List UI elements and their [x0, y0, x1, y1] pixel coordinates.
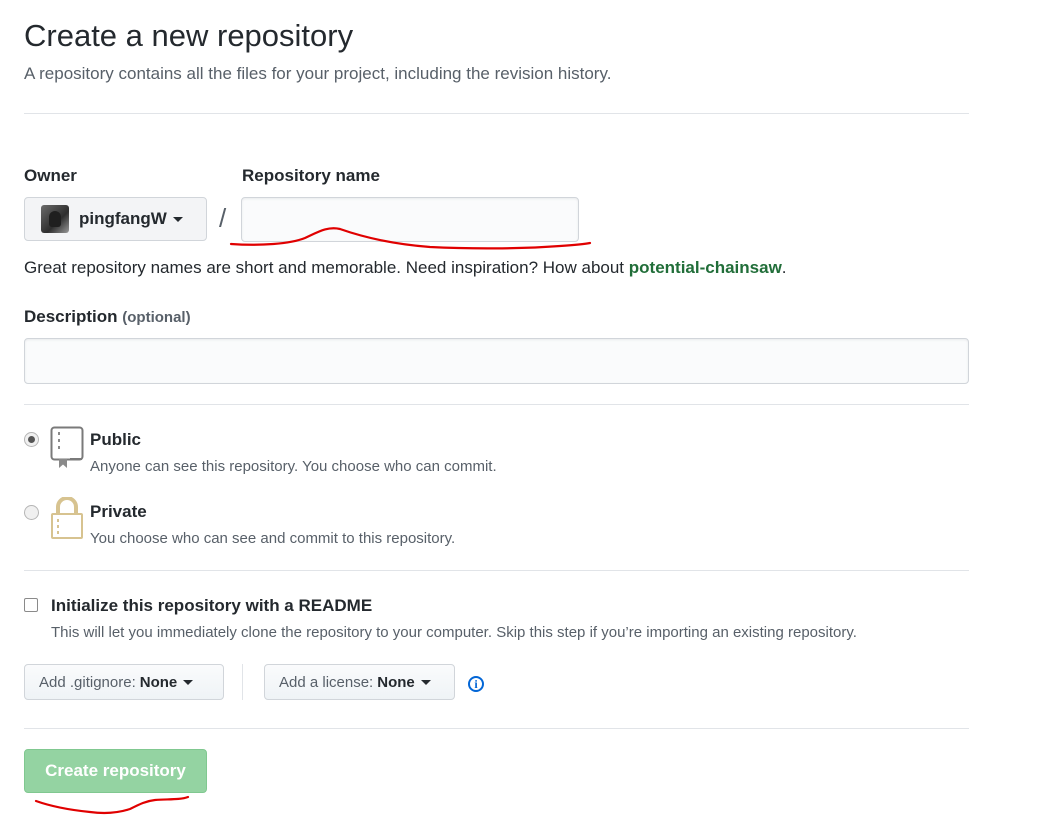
avatar	[41, 205, 69, 233]
license-value: None	[377, 673, 415, 691]
annotation-overlay	[34, 227, 592, 815]
annotation-underline-create-button	[34, 795, 190, 815]
chevron-down-icon	[172, 216, 183, 222]
visibility-public-title[interactable]: Public	[90, 430, 141, 450]
gitignore-dropdown[interactable]: Add .gitignore: None	[24, 664, 224, 700]
readme-title[interactable]: Initialize this repository with a README	[51, 596, 372, 616]
create-repository-button[interactable]: Create repository	[24, 749, 207, 793]
owner-repo-separator: /	[219, 203, 227, 233]
button-separator	[242, 664, 243, 700]
name-suggestion-link[interactable]: potential-chainsaw	[629, 258, 782, 277]
divider	[24, 113, 969, 114]
hint-suffix: .	[781, 258, 787, 277]
visibility-public-radio[interactable]	[24, 432, 39, 447]
owner-dropdown[interactable]: pingfangW	[24, 197, 207, 241]
divider	[24, 404, 969, 405]
description-label: Description (optional)	[24, 307, 191, 327]
gitignore-value: None	[139, 673, 178, 691]
owner-label: Owner	[24, 166, 77, 185]
divider	[24, 570, 969, 571]
divider	[24, 728, 969, 729]
repository-name-input[interactable]	[241, 197, 579, 242]
info-icon[interactable]: i	[468, 676, 484, 692]
repository-name-hint: Great repository names are short and mem…	[24, 258, 787, 278]
gitignore-prefix: Add .gitignore:	[39, 673, 136, 691]
page-subtitle: A repository contains all the files for …	[24, 64, 612, 83]
description-label-text: Description	[24, 307, 118, 326]
hint-text: Great repository names are short and mem…	[24, 258, 629, 277]
visibility-public-desc: Anyone can see this repository. You choo…	[90, 458, 497, 475]
repository-name-label: Repository name	[242, 166, 380, 185]
license-prefix: Add a license:	[279, 673, 374, 691]
visibility-private-radio[interactable]	[24, 505, 39, 520]
description-input[interactable]	[24, 338, 969, 384]
radio-selected-dot	[28, 436, 35, 443]
readme-desc: This will let you immediately clone the …	[51, 624, 857, 641]
repo-book-icon	[50, 426, 84, 468]
license-dropdown[interactable]: Add a license: None	[264, 664, 455, 700]
visibility-private-title[interactable]: Private	[90, 502, 147, 522]
page-title: Create a new repository	[24, 18, 354, 53]
visibility-private-desc: You choose who can see and commit to thi…	[90, 530, 456, 547]
owner-name: pingfangW	[79, 209, 167, 228]
optional-tag: (optional)	[122, 309, 191, 326]
readme-checkbox[interactable]	[24, 598, 38, 612]
chevron-down-icon	[183, 679, 194, 685]
lock-icon	[51, 497, 83, 539]
chevron-down-icon	[420, 679, 431, 685]
